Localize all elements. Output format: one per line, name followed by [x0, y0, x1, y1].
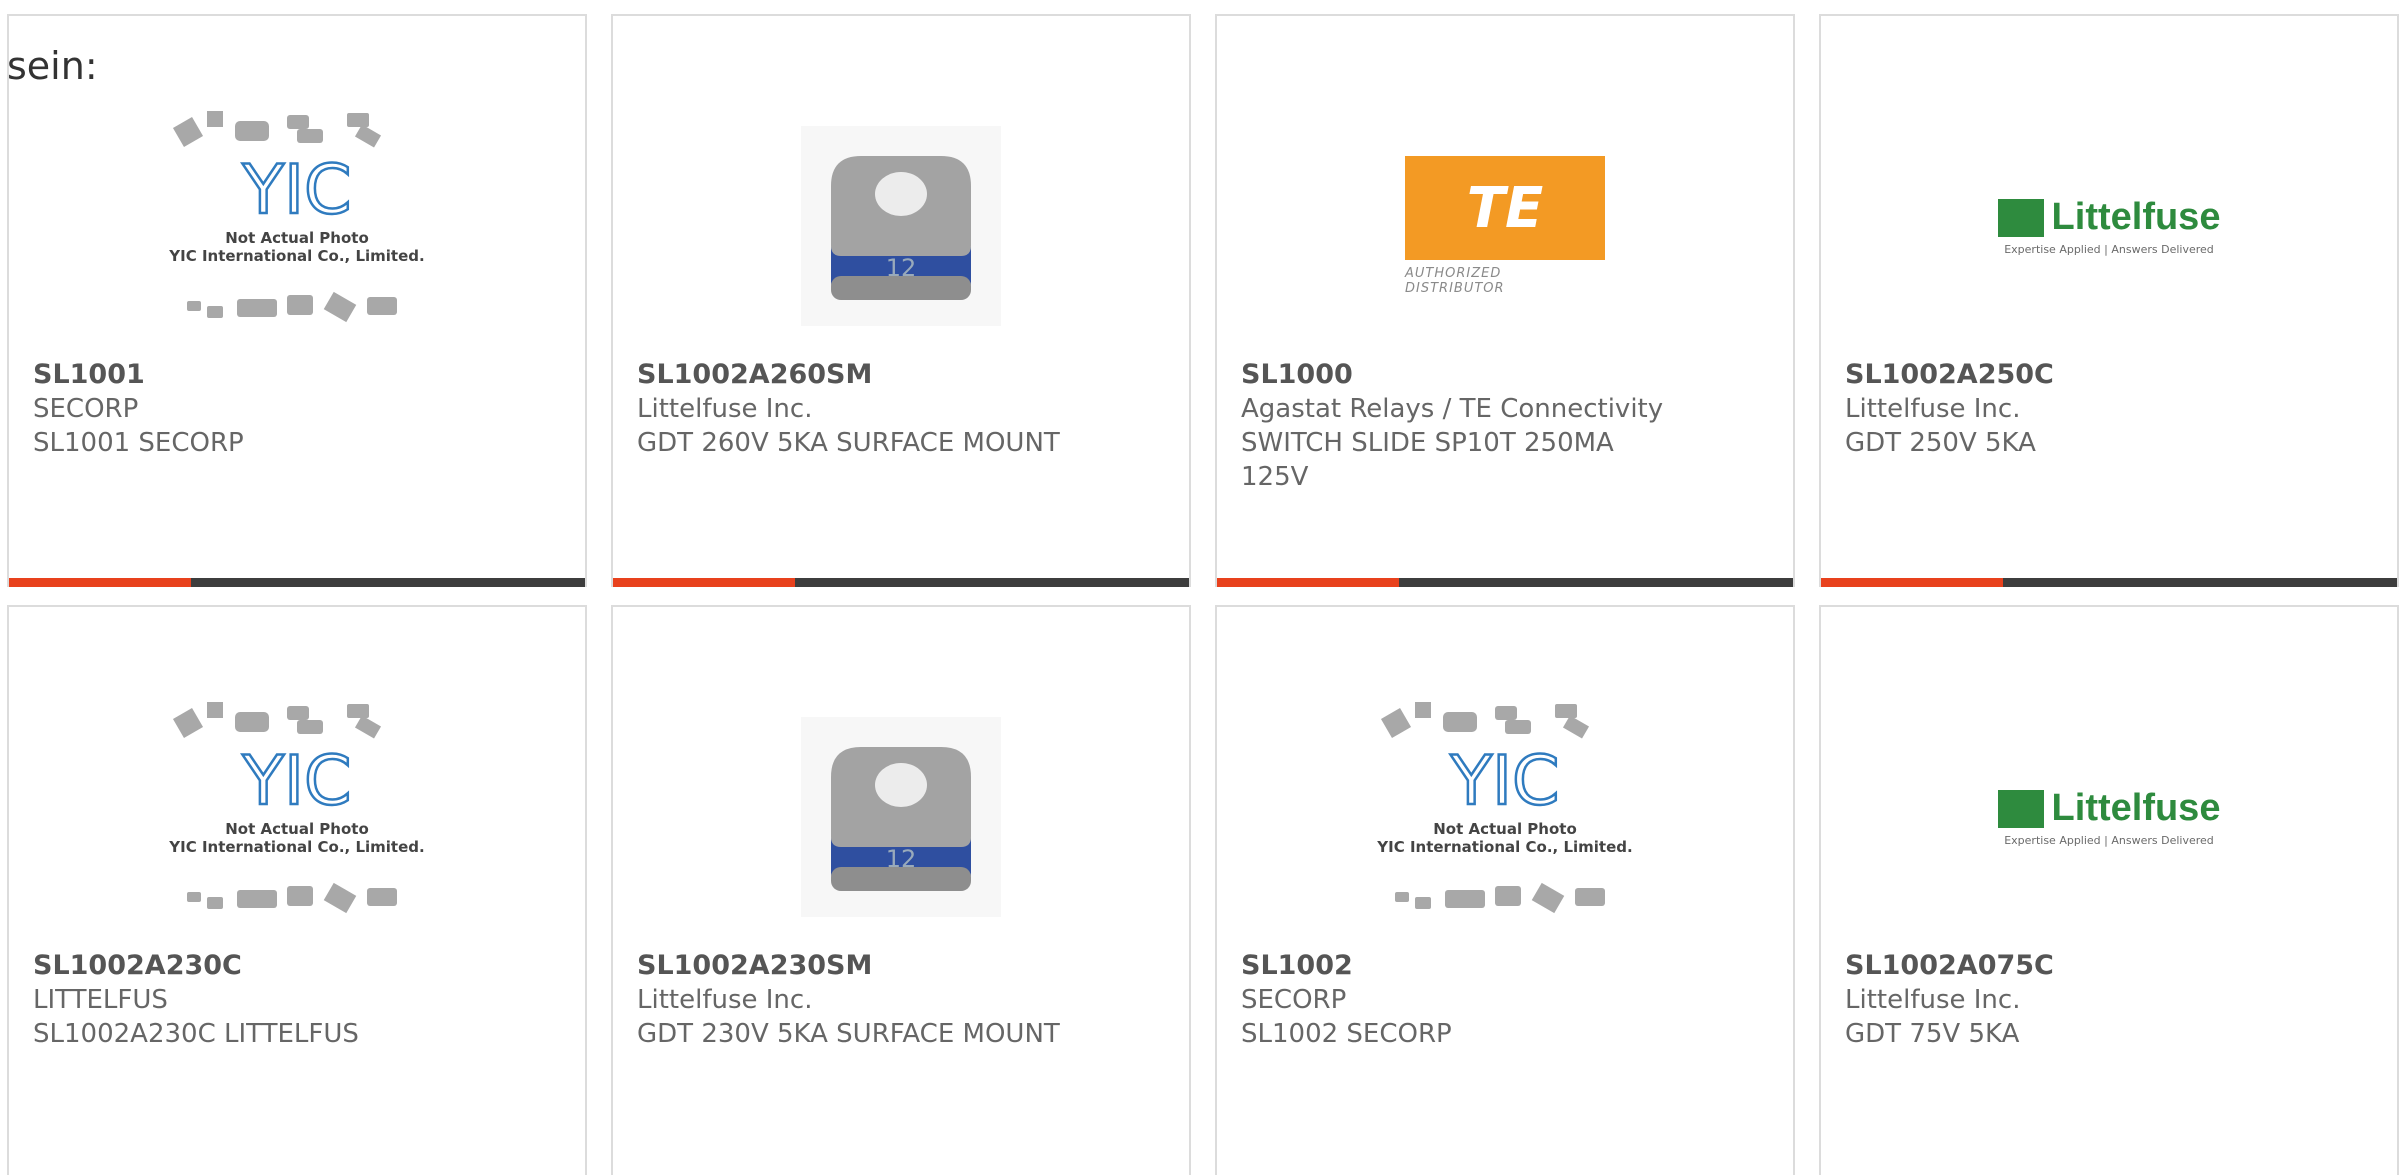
- product-card[interactable]: 12 SL1002A230SM Littelfuse Inc. GDT 230V…: [611, 605, 1191, 1175]
- manufacturer: Littelfuse Inc.: [1845, 394, 2021, 424]
- svg-text:YIC International Co., Limited: YIC International Co., Limited.: [168, 838, 424, 856]
- product-card[interactable]: YIC Not Actual Photo YIC International C…: [1215, 605, 1795, 1175]
- littelfuse-logo: Littelfuse Expertise Applied | Answers D…: [1997, 196, 2220, 256]
- intro-text: sein:: [7, 44, 98, 88]
- manufacturer: Littelfuse Inc.: [637, 394, 813, 424]
- description: SWITCH SLIDE SP10T 250MA 125V: [1241, 428, 1614, 492]
- card-bottom-bar: [1821, 578, 2397, 587]
- svg-text:Not Actual Photo: Not Actual Photo: [225, 820, 369, 838]
- manufacturer: Littelfuse Inc.: [1845, 985, 2021, 1015]
- description: GDT 230V 5KA SURFACE MOUNT: [637, 1019, 1060, 1049]
- product-card[interactable]: Littelfuse Expertise Applied | Answers D…: [1819, 14, 2399, 587]
- product-image: TE AUTHORIZED DISTRIBUTOR: [1217, 96, 1793, 356]
- part-number[interactable]: SL1002A230C: [33, 949, 561, 983]
- manufacturer: Littelfuse Inc.: [637, 985, 813, 1015]
- product-card[interactable]: YIC Not Actual Photo YIC International C…: [7, 605, 587, 1175]
- product-image: YIC Not Actual Photo YIC International C…: [9, 687, 585, 947]
- product-image: YIC Not Actual Photo YIC International C…: [9, 96, 585, 356]
- description: GDT 260V 5KA SURFACE MOUNT: [637, 428, 1060, 458]
- part-number[interactable]: SL1002A260SM: [637, 358, 1165, 392]
- svg-text:YIC: YIC: [241, 742, 351, 821]
- description: SL1002A230C LITTELFUS: [33, 1019, 359, 1049]
- part-number[interactable]: SL1002A075C: [1845, 949, 2373, 983]
- part-number[interactable]: SL1002: [1241, 949, 1769, 983]
- svg-text:YIC International Co., Limited: YIC International Co., Limited.: [168, 247, 424, 265]
- card-bottom-bar: [613, 578, 1189, 587]
- product-image: 12: [613, 687, 1189, 947]
- product-card[interactable]: 12 SL1002A260SM Littelfuse Inc. GDT 260V…: [611, 14, 1191, 587]
- manufacturer: SECORP: [1241, 985, 1347, 1015]
- product-card[interactable]: YIC Not Actual Photo YIC International C…: [7, 14, 587, 587]
- svg-text:YIC International Co., Limited: YIC International Co., Limited.: [1376, 838, 1632, 856]
- product-image: Littelfuse Expertise Applied | Answers D…: [1821, 96, 2397, 356]
- svg-text:YIC: YIC: [1449, 742, 1559, 821]
- yic-placeholder-image: YIC Not Actual Photo YIC International C…: [168, 111, 425, 323]
- card-bottom-bar: [1217, 578, 1793, 587]
- part-number[interactable]: SL1002A250C: [1845, 358, 2373, 392]
- description: GDT 75V 5KA: [1845, 1019, 2020, 1049]
- product-image: Littelfuse Expertise Applied | Answers D…: [1821, 687, 2397, 947]
- part-number[interactable]: SL1001: [33, 358, 561, 392]
- gdt-image: 12: [801, 717, 1001, 917]
- te-connectivity-logo: TE AUTHORIZED DISTRIBUTOR: [1405, 156, 1605, 296]
- svg-text:Not Actual Photo: Not Actual Photo: [225, 229, 369, 247]
- yic-placeholder-image: YIC Not Actual Photo YIC International C…: [168, 702, 425, 914]
- card-bottom-bar: [9, 578, 585, 587]
- description: GDT 250V 5KA: [1845, 428, 2036, 458]
- product-image: YIC Not Actual Photo YIC International C…: [1217, 687, 1793, 947]
- manufacturer: LITTELFUS: [33, 985, 168, 1015]
- svg-text:12: 12: [886, 254, 917, 282]
- manufacturer: Agastat Relays / TE Connectivity: [1241, 394, 1664, 424]
- description: SL1002 SECORP: [1241, 1019, 1452, 1049]
- yic-placeholder-image: YIC Not Actual Photo YIC International C…: [1376, 702, 1633, 914]
- svg-text:12: 12: [886, 845, 917, 873]
- product-image: 12: [613, 96, 1189, 356]
- svg-text:YIC: YIC: [241, 151, 351, 230]
- product-card[interactable]: Littelfuse Expertise Applied | Answers D…: [1819, 605, 2399, 1175]
- littelfuse-logo: Littelfuse Expertise Applied | Answers D…: [1997, 787, 2220, 847]
- product-card[interactable]: TE AUTHORIZED DISTRIBUTOR SL1000 Agastat…: [1215, 14, 1795, 587]
- manufacturer: SECORP: [33, 394, 139, 424]
- gdt-image: 12: [801, 126, 1001, 326]
- svg-text:Not Actual Photo: Not Actual Photo: [1433, 820, 1577, 838]
- description: SL1001 SECORP: [33, 428, 244, 458]
- part-number[interactable]: SL1000: [1241, 358, 1769, 392]
- part-number[interactable]: SL1002A230SM: [637, 949, 1165, 983]
